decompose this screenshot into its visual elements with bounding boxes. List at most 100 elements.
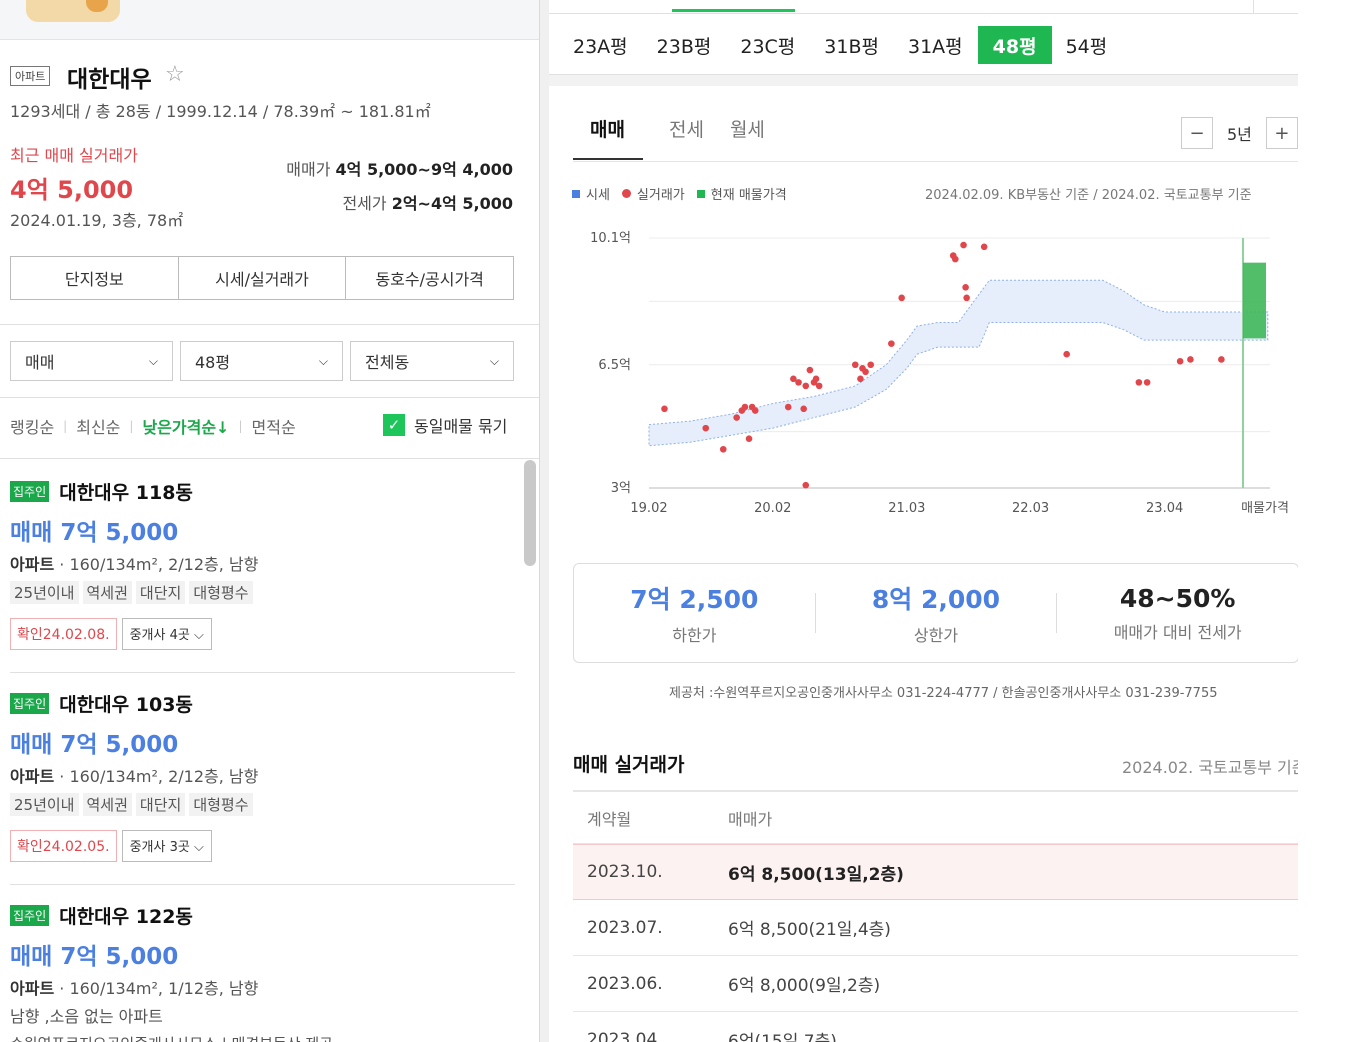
complex-thumbnail[interactable] (26, 0, 120, 22)
legend-dot-icon (621, 189, 631, 198)
separator: | (129, 419, 134, 433)
contract-month: 2023.07. (587, 917, 663, 938)
transaction-point (702, 424, 710, 432)
column-header: 계약월 (587, 809, 632, 829)
low-price: 7억 2,500 (630, 585, 759, 614)
deal-type-select[interactable]: 매매 ⌵ (10, 341, 173, 381)
transactions-title: 매매 실거래가 (573, 754, 685, 776)
tag: 25년이내 (10, 793, 79, 816)
legend-square-icon (696, 189, 705, 198)
recent-price-label: 최근 매매 실거래가 (10, 146, 138, 165)
listing-spec: 아파트 · 160/134m², 2/12층, 남향 (10, 555, 259, 574)
deal-type-tabs: 매매 전세 월세 (573, 115, 791, 160)
transaction-point (802, 382, 810, 390)
deal-type-value: 매매 (25, 353, 55, 372)
listing-name: 대한대우 122동 (59, 906, 193, 928)
size-select[interactable]: 48평 ⌵ (180, 341, 343, 381)
y-tick-label: 10.1억 (590, 231, 631, 246)
table-row[interactable]: 2023.07. 6억 8,500(21일,4층) (573, 900, 1298, 956)
period-value: 5년 (1227, 125, 1252, 144)
sale-range: 매매가 4억 5,000~9억 4,000 (286, 156, 513, 180)
x-tick-label: 21.03 (888, 501, 925, 516)
agents-dropdown[interactable]: 중개사 3곳 ⌵ (121, 830, 212, 862)
sort-area[interactable]: 면적순 (252, 414, 296, 438)
low-price-label: 하한가 (672, 626, 717, 645)
sort-ranking[interactable]: 랭킹순 (10, 414, 54, 438)
size-tab-active[interactable]: 48평 (977, 26, 1052, 64)
divider (0, 397, 539, 398)
building-select[interactable]: 전체동 ⌵ (350, 341, 514, 381)
favorite-star-icon[interactable]: ☆ (165, 62, 185, 87)
market-price-band (648, 279, 1269, 447)
transaction-point (800, 405, 807, 413)
transaction-point (1218, 356, 1225, 363)
x-tick-label: 20.02 (754, 501, 791, 516)
owner-badge: 집주인 (10, 693, 50, 714)
price-chart: 3억 6.5억 10.1억 19.02 20.02 21.03 22.03 23.04 매물가격 (590, 231, 1289, 516)
transaction-point (1176, 357, 1184, 365)
listing-tags: 25년이내 역세권 대단지 대형평수 (10, 581, 515, 604)
tab-units-official-price[interactable]: 동호수/공시가격 (346, 257, 513, 299)
size-tab[interactable]: 31A평 (908, 26, 963, 64)
size-tab[interactable]: 23A평 (573, 26, 628, 64)
separator: | (63, 419, 68, 433)
size-tab[interactable]: 23B평 (657, 26, 712, 64)
top-tab-bar (549, 0, 1298, 14)
list-item[interactable]: 집주인 대한대우 122동 매매 7억 5,000 아파트 · 160/134m… (10, 902, 515, 1042)
building-value: 전체동 (365, 353, 410, 372)
listing-spec-detail: 160/134m², 2/12층, 남향 (69, 767, 259, 786)
tab-monthly-rent[interactable]: 월세 (730, 115, 765, 160)
list-scrollbar[interactable] (524, 460, 536, 566)
recent-price-detail: 2024.01.19, 3층, 78㎡ (10, 211, 184, 230)
complex-name: 대한대우 (67, 67, 152, 93)
contract-month: 2023.10. (587, 862, 663, 882)
period-increase-button[interactable]: + (1265, 117, 1298, 149)
chart-legend: 시세 실거래가 현재 매물가격 (572, 184, 787, 203)
agents-dropdown[interactable]: 중개사 4곳 ⌵ (121, 618, 212, 650)
listing-name: 대한대우 118동 (59, 482, 193, 504)
size-value: 48평 (195, 353, 231, 372)
legend-label: 실거래가 (636, 188, 685, 203)
complex-meta: 1293세대 / 총 28동 / 1999.12.14 / 78.39㎡ ~ 1… (10, 102, 431, 121)
listing-panel: 아파트 대한대우 ☆ 1293세대 / 총 28동 / 1999.12.14 /… (0, 0, 540, 1042)
list-item[interactable]: 집주인 대한대우 103동 매매 7억 5,000 아파트 · 160/134m… (10, 690, 515, 885)
table-row[interactable]: 2023.06. 6억 8,000(9일,2층) (573, 956, 1298, 1012)
listing-price-range (1243, 262, 1266, 339)
size-tab[interactable]: 54평 (1066, 26, 1108, 64)
tag: 25년이내 (10, 581, 79, 604)
period-decrease-button[interactable]: − (1181, 117, 1213, 149)
legend-label: 현재 매물가격 (710, 188, 787, 203)
tab-complex-info[interactable]: 단지정보 (11, 257, 179, 299)
transaction-point (851, 361, 859, 369)
listing-price: 매매 7억 5,000 (10, 520, 179, 546)
tab-jeonse[interactable]: 전세 (669, 115, 704, 160)
transaction-point (1143, 379, 1151, 386)
tab-price-transactions[interactable]: 시세/실거래가 (179, 257, 347, 299)
sort-latest[interactable]: 최신순 (76, 414, 120, 438)
sale-price: 6억 8,500(21일,4층) (728, 920, 891, 940)
x-tick-label: 22.03 (1012, 501, 1049, 516)
table-row[interactable]: 2023.10. 6억 8,500(13일,2층) (573, 844, 1298, 900)
transaction-point (1187, 356, 1194, 363)
sort-low-price[interactable]: 낮은가격순↓ (142, 414, 229, 438)
transaction-point (962, 283, 969, 291)
transactions-table: 계약월 매매가 2023.10. 6억 8,500(13일,2층) 2023.0… (573, 790, 1298, 1042)
group-same-listings[interactable]: ✓ 동일매물 묶기 (383, 413, 507, 437)
transaction-point (733, 414, 740, 421)
high-price-label: 상한가 (913, 626, 959, 645)
tab-sale[interactable]: 매매 (573, 115, 643, 160)
transaction-point (1135, 379, 1143, 386)
size-tab[interactable]: 31B평 (824, 26, 879, 64)
transaction-point (980, 243, 988, 251)
listing-spec: 아파트 · 160/134m², 2/12층, 남향 (10, 767, 259, 786)
size-tab[interactable]: 23C평 (740, 26, 795, 64)
listing-spec-detail: 160/134m², 2/12층, 남향 (69, 555, 259, 574)
list-item[interactable]: 집주인 대한대우 118동 매매 7억 5,000 아파트 · 160/134m… (10, 478, 515, 673)
tag: 대형평수 (189, 793, 253, 816)
transaction-point (960, 241, 967, 249)
transaction-point (963, 294, 970, 302)
separator: | (238, 419, 243, 433)
high-price: 8억 2,000 (871, 585, 1001, 614)
checkbox-checked-icon[interactable]: ✓ (383, 414, 405, 436)
table-row[interactable]: 2023.04. 6억(15일,7층) (573, 1012, 1298, 1042)
